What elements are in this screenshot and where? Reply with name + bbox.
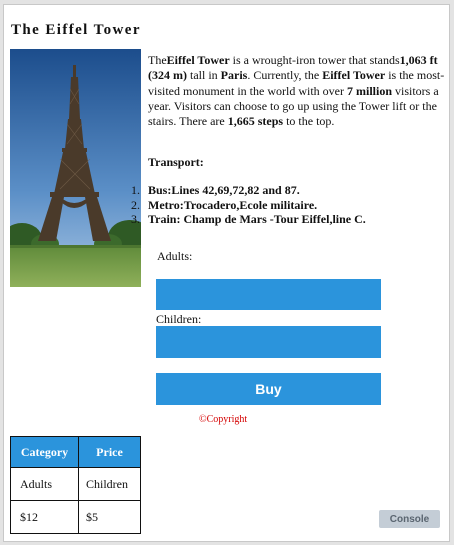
page-title: The Eiffel Tower — [11, 22, 141, 38]
transport-item-train: 3. Train: Champ de Mars -Tour Eiffel,line… — [131, 212, 366, 226]
children-label: Children: — [156, 312, 202, 326]
eiffel-tower-photo — [10, 49, 141, 287]
adults-label: Adults: — [157, 249, 193, 263]
children-input[interactable] — [156, 326, 381, 358]
table-cell: Children — [78, 467, 141, 501]
transport-list: 1. Bus:Lines 42,69,72,82 and 87. 2. Metro:… — [131, 183, 431, 227]
table-cell: $12 — [10, 500, 79, 534]
transport-item-bus: 1. Bus:Lines 42,69,72,82 and 87. — [131, 183, 300, 197]
table-header-price: Price — [78, 436, 141, 468]
adults-input[interactable] — [156, 279, 381, 310]
transport-item-metro: 2. Metro:Trocadero,Ecole militaire. — [131, 197, 318, 212]
table-row: Adults Children — [10, 467, 141, 501]
table-header-category: Category — [10, 436, 79, 468]
table-header-row: Category Price — [10, 436, 141, 468]
copyright-text: ©Copyright — [199, 414, 248, 425]
transport-heading: Transport: — [148, 155, 204, 169]
table-cell: $5 — [78, 500, 141, 534]
prices-table: Category Price Adults Children $12 $5 — [10, 436, 141, 534]
table-row: $12 $5 — [10, 500, 141, 534]
buy-button[interactable]: Buy — [156, 373, 381, 405]
tower-description: TheEiffel Tower is a wrought-iron tower … — [148, 53, 445, 129]
console-button[interactable]: Console — [379, 510, 440, 528]
table-cell: Adults — [10, 467, 79, 501]
